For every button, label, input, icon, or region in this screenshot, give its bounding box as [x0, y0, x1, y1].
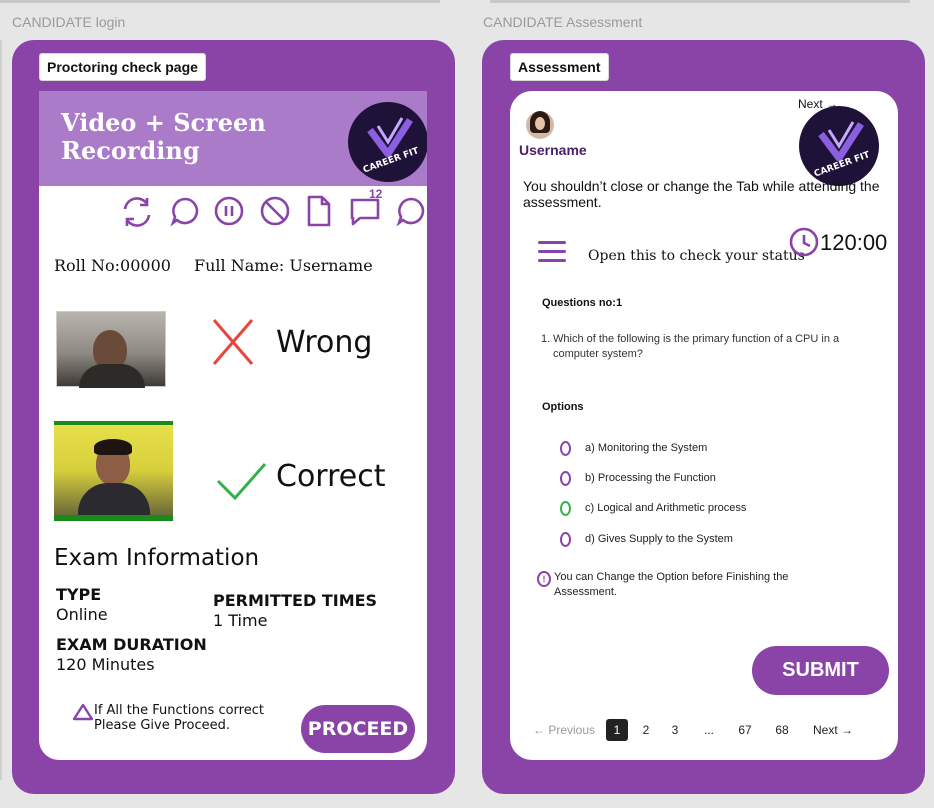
option-label: a) Monitoring the System: [585, 442, 708, 454]
clock-icon: [789, 227, 819, 257]
proceed-button[interactable]: PROCEED: [301, 705, 415, 753]
radio-icon[interactable]: [560, 532, 571, 547]
career-fit-logo: CAREER FIT: [348, 102, 427, 182]
radio-selected-icon[interactable]: [560, 501, 571, 516]
pagination-page[interactable]: 68: [771, 719, 793, 741]
camera-snapshot-correct: [54, 421, 173, 521]
question-index: 1.: [541, 333, 551, 345]
pagination-page[interactable]: 2: [635, 719, 657, 741]
banner-title: Video + Screen Recording: [61, 108, 266, 165]
pause-icon[interactable]: [213, 195, 245, 227]
chat-icon[interactable]: [169, 195, 201, 227]
radio-icon[interactable]: [560, 471, 571, 486]
candidate-id-line: Roll No:00000 Full Name: Username: [54, 256, 373, 275]
permitted-value: 1 Time: [213, 611, 268, 630]
pagination-ellipsis: ...: [703, 723, 714, 737]
frame-edge: [0, 40, 2, 780]
tab-warning: You shouldn’t close or change the Tab wh…: [523, 178, 880, 210]
document-icon[interactable]: [305, 194, 333, 228]
chat-outline-icon[interactable]: [395, 195, 427, 227]
option-label: b) Processing the Function: [585, 472, 716, 484]
page-chip-proctoring: Proctoring check page: [39, 53, 206, 81]
frame-label-login: CANDIDATE login: [12, 14, 126, 30]
camera-snapshot-wrong: [56, 311, 166, 388]
duration-value: 120 Minutes: [56, 655, 155, 674]
info-icon: !: [537, 571, 551, 587]
warning-icon: [72, 703, 94, 721]
options-heading: Options: [542, 401, 584, 413]
option-label: d) Gives Supply to the System: [585, 533, 733, 545]
countdown-timer: 120:00: [820, 230, 888, 255]
type-label: TYPE: [56, 585, 102, 604]
proceed-note: If All the Functions correct Please Give…: [94, 703, 264, 733]
exam-info-heading: Exam Information: [54, 545, 260, 571]
proctoring-card: Video + Screen Recording CAREER FIT 12 R…: [39, 91, 427, 760]
verdict-wrong: Wrong: [276, 325, 373, 360]
type-value: Online: [56, 605, 108, 624]
full-name: Full Name: Username: [194, 256, 373, 275]
pagination-next[interactable]: Next →: [809, 719, 857, 741]
wrong-cross-icon: [212, 319, 254, 365]
pagination: ← Previous 1 2 3 ... 67 68 Next →: [532, 719, 872, 741]
option-label: c) Logical and Arithmetic process: [585, 502, 747, 514]
verdict-correct: Correct: [276, 459, 386, 494]
question-number: Questions no:1: [542, 297, 623, 309]
message-count-badge: 12: [369, 187, 383, 201]
question-body: Which of the following is the primary fu…: [553, 333, 840, 360]
radio-icon[interactable]: [560, 441, 571, 456]
menu-icon[interactable]: [538, 241, 566, 263]
pagination-page[interactable]: 3: [664, 719, 686, 741]
avatar: [526, 111, 554, 139]
info-note: ! You can Change the Option before Finis…: [537, 570, 827, 600]
refresh-icon[interactable]: [119, 195, 155, 229]
page-chip-assessment: Assessment: [510, 53, 609, 81]
roll-number: Roll No:00000: [54, 256, 171, 275]
block-icon[interactable]: [259, 195, 291, 227]
status-link[interactable]: Open this to check your status: [588, 248, 805, 264]
assessment-card: Next → Username CAREER FIT You shouldn’t…: [510, 91, 898, 760]
question-text: 1. Which of the following is the primary…: [541, 332, 861, 362]
username: Username: [519, 142, 587, 158]
duration-label: EXAM DURATION: [56, 635, 207, 654]
pagination-page-current[interactable]: 1: [606, 719, 628, 741]
correct-check-icon: [216, 463, 267, 501]
info-note-text: You can Change the Option before Finishi…: [554, 571, 789, 598]
submit-button[interactable]: SUBMIT: [752, 646, 889, 695]
permitted-label: PERMITTED TIMES: [213, 591, 378, 610]
pagination-previous[interactable]: ← Previous: [532, 719, 596, 741]
pagination-page[interactable]: 67: [734, 719, 756, 741]
frame-label-assessment: CANDIDATE Assessment: [483, 14, 643, 30]
career-fit-logo: CAREER FIT: [799, 106, 879, 186]
